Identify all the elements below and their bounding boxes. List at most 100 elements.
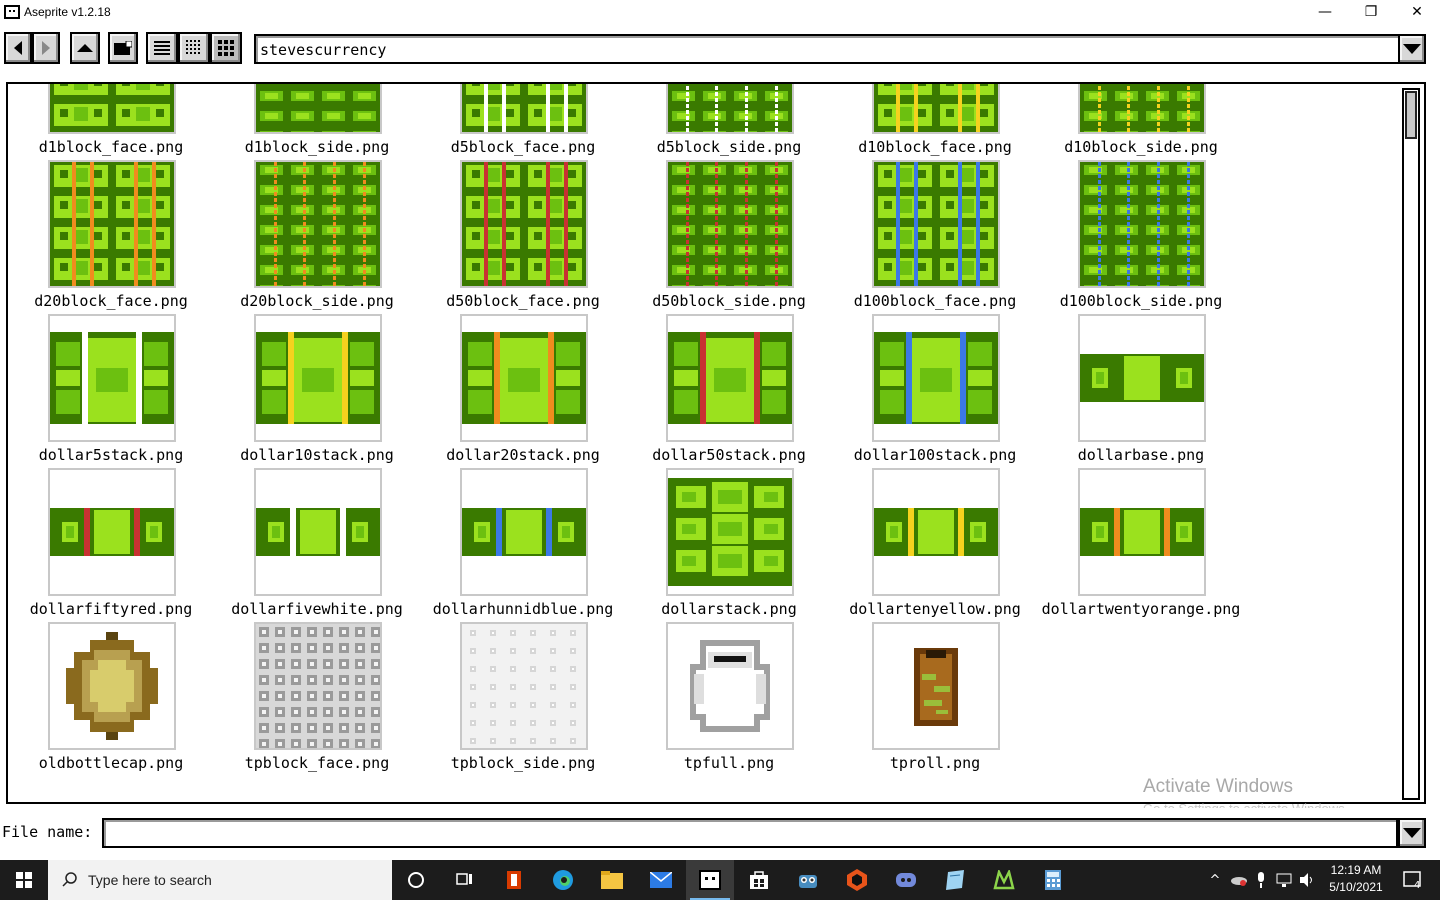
back-button[interactable] <box>4 32 32 64</box>
calculator-icon <box>1044 869 1062 891</box>
forward-button[interactable] <box>32 32 60 64</box>
file-item[interactable]: d50block_face.png <box>420 160 626 314</box>
taskbar-app-store[interactable] <box>735 860 783 900</box>
new-folder-button[interactable] <box>108 32 138 64</box>
thumbnail-image <box>874 332 998 424</box>
arrow-left-icon <box>14 41 22 55</box>
thumbnail-image <box>462 84 586 132</box>
file-item[interactable]: tpblock_side.png <box>420 622 626 776</box>
vertical-scrollbar[interactable] <box>1402 88 1420 800</box>
microphone-icon[interactable] <box>1256 872 1266 888</box>
mail-icon <box>650 872 672 888</box>
file-item[interactable]: tpfull.png <box>626 622 832 776</box>
thumbnail-image <box>256 624 380 748</box>
folder-path-field[interactable]: stevescurrency <box>254 34 1400 64</box>
notification-center-button[interactable]: 4 <box>1392 860 1432 900</box>
thumbnail-image <box>256 508 380 556</box>
file-item[interactable]: dollarfiftyred.png <box>8 468 214 622</box>
file-item[interactable]: dollar5stack.png <box>8 314 214 468</box>
file-item[interactable]: dollarstack.png <box>626 468 832 622</box>
taskbar-app-cortana[interactable] <box>392 860 440 900</box>
taskbar-app-task-view[interactable] <box>441 860 489 900</box>
system-clock[interactable]: 12:19 AM 5/10/2021 <box>1324 862 1388 896</box>
file-item[interactable]: d10block_side.png <box>1038 84 1244 160</box>
file-item[interactable]: dollarbase.png <box>1038 314 1244 468</box>
taskbar-app-edge[interactable] <box>539 860 587 900</box>
file-item[interactable]: d1block_face.png <box>8 84 214 160</box>
small-icons-view-button[interactable] <box>178 32 210 64</box>
file-name-dropdown-button[interactable] <box>1398 818 1426 848</box>
minimize-button[interactable]: — <box>1302 0 1348 24</box>
taskbar-app-mail[interactable] <box>637 860 685 900</box>
file-name-label: oldbottlecap.png <box>38 754 184 772</box>
file-name-label: dollartenyellow.png <box>849 600 1021 618</box>
file-name-input[interactable] <box>102 818 1398 848</box>
file-name-label: dollarbase.png <box>1077 446 1205 464</box>
file-item[interactable]: dollar20stack.png <box>420 314 626 468</box>
godot-icon <box>797 870 819 890</box>
title-bar: Aseprite v1.2.18 — ❐ ✕ <box>0 0 1440 24</box>
thumbnail-image <box>50 332 174 424</box>
file-item[interactable]: d10block_face.png <box>832 84 1038 160</box>
close-button[interactable]: ✕ <box>1394 0 1440 24</box>
file-name-label: dollartwentyorange.png <box>1041 600 1241 618</box>
chevron-up-icon[interactable]: ^ <box>1204 873 1226 888</box>
file-item[interactable]: dollartwentyorange.png <box>1038 468 1244 622</box>
file-item[interactable]: tproll.png <box>832 622 1038 776</box>
taskbar-app-discord[interactable] <box>882 860 930 900</box>
file-name-label: tpblock_face.png <box>244 754 390 772</box>
file-item[interactable]: dollar100stack.png <box>832 314 1038 468</box>
file-name-label: dollarfiftyred.png <box>29 600 193 618</box>
taskbar-app-calculator[interactable] <box>1029 860 1077 900</box>
onedrive-icon[interactable] <box>1230 874 1248 886</box>
file-item[interactable]: dollar50stack.png <box>626 314 832 468</box>
taskbar-app-aseprite[interactable] <box>686 860 734 900</box>
file-item[interactable]: tpblock_face.png <box>214 622 420 776</box>
file-item[interactable]: d5block_side.png <box>626 84 832 160</box>
large-icons-view-button[interactable] <box>210 32 242 64</box>
folder-path-text: stevescurrency <box>260 41 387 59</box>
taskbar-app-office[interactable] <box>490 860 538 900</box>
thumbnail-image <box>1080 508 1204 556</box>
file-item[interactable]: d20block_side.png <box>214 160 420 314</box>
file-item[interactable]: oldbottlecap.png <box>8 622 214 776</box>
scrollbar-thumb[interactable] <box>1405 91 1417 139</box>
taskbar-app-file-explorer[interactable] <box>588 860 636 900</box>
taskbar-search[interactable]: Type here to search <box>48 860 392 900</box>
taskbar-app-godot[interactable] <box>784 860 832 900</box>
file-thumbnail <box>872 622 1000 750</box>
file-item[interactable]: dollarhunnidblue.png <box>420 468 626 622</box>
search-icon <box>62 872 77 887</box>
file-item[interactable]: d5block_face.png <box>420 84 626 160</box>
file-name-label: d20block_side.png <box>240 292 394 310</box>
file-name-label: d50block_side.png <box>652 292 806 310</box>
file-item[interactable]: d20block_face.png <box>8 160 214 314</box>
file-item[interactable]: dollarfivewhite.png <box>214 468 420 622</box>
taskbar-app-blockbench[interactable] <box>833 860 881 900</box>
file-item[interactable]: dollar10stack.png <box>214 314 420 468</box>
maximize-button[interactable]: ❐ <box>1348 0 1394 24</box>
file-name-label: d5block_side.png <box>656 138 802 156</box>
start-button[interactable] <box>0 860 48 900</box>
taskbar-app-minecraft-launcher[interactable] <box>980 860 1028 900</box>
file-item[interactable]: d1block_side.png <box>214 84 420 160</box>
list-view-button[interactable] <box>146 32 178 64</box>
network-icon[interactable] <box>1276 873 1292 887</box>
thumbnail-image <box>256 162 380 286</box>
volume-icon[interactable] <box>1300 873 1316 887</box>
windows-logo-icon <box>16 872 32 888</box>
file-item[interactable]: d100block_face.png <box>832 160 1038 314</box>
thumbnail-image <box>1080 354 1204 402</box>
file-item[interactable]: d50block_side.png <box>626 160 832 314</box>
window-title: Aseprite v1.2.18 <box>24 5 111 19</box>
go-up-button[interactable] <box>70 32 100 64</box>
file-item[interactable]: dollartenyellow.png <box>832 468 1038 622</box>
thumbnail-image <box>462 162 586 286</box>
file-item[interactable]: d100block_side.png <box>1038 160 1244 314</box>
taskbar-app-notepad[interactable] <box>931 860 979 900</box>
file-list[interactable]: d1block_face.png d1block_side.png d5block_… <box>6 82 1426 804</box>
file-thumbnail <box>460 622 588 750</box>
path-dropdown-button[interactable] <box>1398 34 1426 64</box>
file-name-label: d100block_side.png <box>1059 292 1223 310</box>
file-thumbnail <box>872 468 1000 596</box>
